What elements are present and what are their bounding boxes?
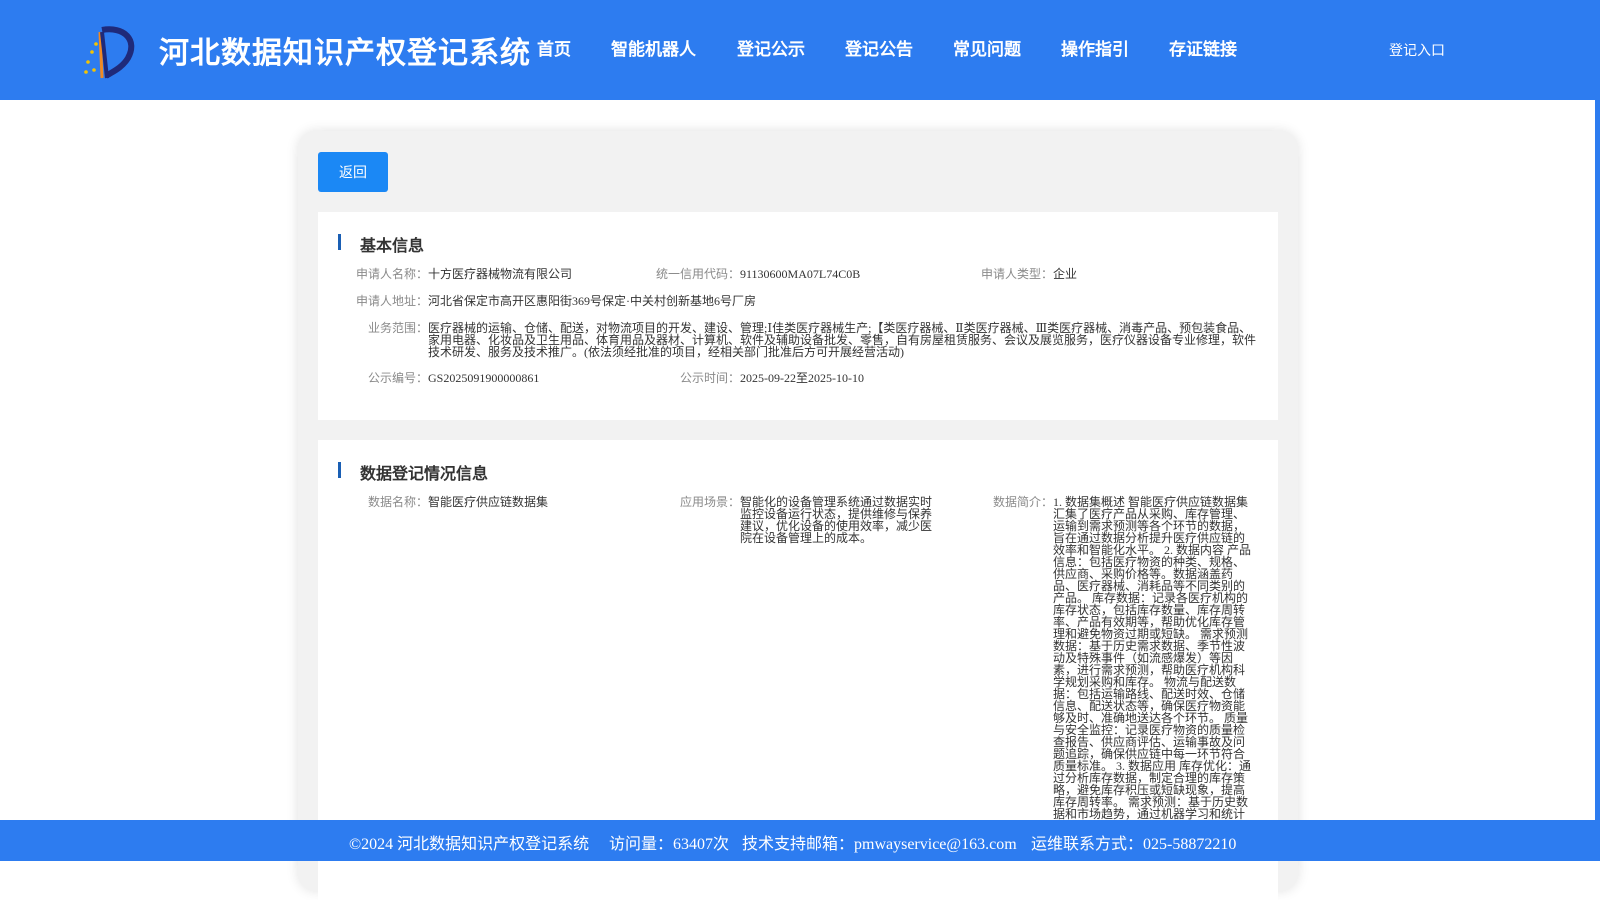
detail-panel: 返回 基本信息 申请人名称： 十方医疗器械物流有限公司 统一信用代码： 9113… [298, 131, 1298, 900]
nav-robot[interactable]: 智能机器人 [611, 35, 696, 60]
applicant-name-value: 十方医疗器械物流有限公司 [428, 267, 573, 281]
applicant-name-field: 申请人名称： 十方医疗器械物流有限公司 [356, 267, 638, 281]
nav-guide[interactable]: 操作指引 [1061, 35, 1129, 60]
scenario-value: 智能化的设备管理系统通过数据实时监控设备运行状态，提供维修与保养建议，优化设备的… [740, 495, 933, 545]
address-value: 河北省保定市高开区惠阳街369号保定·中关村创新基地6号厂房 [428, 294, 756, 308]
nav-home[interactable]: 首页 [537, 35, 571, 60]
business-scope-value: 医疗器械的运输、仓储、配送，对物流项目的开发、建设、管理;Ⅰ佳类医疗器械生产;【… [428, 321, 1257, 359]
data-name-field: 数据名称： 智能医疗供应链数据集 [368, 495, 628, 509]
scrollbar[interactable] [1595, 0, 1600, 861]
footer-ops-contact: 运维联系方式：025-58872210 [1031, 836, 1237, 853]
data-name-value: 智能医疗供应链数据集 [428, 495, 549, 509]
site-logo-icon[interactable] [80, 24, 138, 80]
notice-time-label: 公示时间： [679, 371, 740, 385]
address-label: 申请人地址： [355, 294, 428, 308]
notice-no-value: GS2025091900000861 [428, 371, 540, 385]
applicant-type-label: 申请人类型： [980, 267, 1053, 281]
notice-no-label: 公示编号： [367, 371, 428, 385]
nav-registration-publicity[interactable]: 登记公示 [737, 35, 805, 60]
business-scope-label: 业务范围： [367, 321, 428, 335]
footer-copyright: ©2024 河北数据知识产权登记系统 [349, 836, 590, 853]
notice-time-value: 2025-09-22至2025-10-10 [740, 371, 864, 385]
section-title-data: 数据登记情况信息 [338, 460, 488, 484]
applicant-type-field: 申请人类型： 企业 [981, 267, 1153, 281]
applicant-type-value: 企业 [1053, 267, 1078, 281]
scenario-label: 应用场景： [679, 495, 740, 509]
login-entry-link[interactable]: 登记入口 [1389, 40, 1445, 60]
credit-code-field: 统一信用代码： 91130600MA07L74C0B [656, 267, 940, 281]
nav-registration-announcement[interactable]: 登记公告 [845, 35, 913, 60]
footer-bar: ©2024 河北数据知识产权登记系统 访问量：63407次 技术支持邮箱：pmw… [0, 820, 1595, 861]
top-header: 河北数据知识产权登记系统 首页 智能机器人 登记公示 登记公告 常见问题 操作指… [0, 0, 1595, 100]
credit-code-label: 统一信用代码： [655, 267, 740, 281]
scenario-field: 应用场景： 智能化的设备管理系统通过数据实时监控设备运行状态，提供维修与保养建议… [680, 495, 936, 545]
business-scope-field: 业务范围： 医疗器械的运输、仓储、配送，对物流项目的开发、建设、管理;Ⅰ佳类医疗… [368, 321, 1258, 359]
data-intro-label: 数据简介： [992, 495, 1053, 509]
footer-email: 技术支持邮箱：pmwayservice@163.com [742, 836, 1017, 853]
address-field: 申请人地址： 河北省保定市高开区惠阳街369号保定·中关村创新基地6号厂房 [356, 294, 1128, 308]
nav-evidence-link[interactable]: 存证链接 [1169, 35, 1237, 60]
nav-faq[interactable]: 常见问题 [953, 35, 1021, 60]
data-intro-field: 数据简介： 1. 数据集概述 智能医疗供应链数据集汇集了医疗产品从采购、库存管理… [993, 495, 1253, 821]
footer-visits: 访问量：63407次 [609, 836, 730, 853]
data-name-label: 数据名称： [367, 495, 428, 509]
site-title: 河北数据知识产权登记系统 [159, 36, 531, 71]
notice-time-field: 公示时间： 2025-09-22至2025-10-10 [680, 371, 960, 385]
data-intro-value: 1. 数据集概述 智能医疗供应链数据集汇集了医疗产品从采购、库存管理、运输到需求… [1053, 495, 1252, 821]
basic-info-card: 基本信息 申请人名称： 十方医疗器械物流有限公司 统一信用代码： 9113060… [318, 212, 1278, 420]
notice-no-field: 公示编号： GS2025091900000861 [368, 371, 648, 385]
credit-code-value: 91130600MA07L74C0B [740, 267, 861, 281]
back-button[interactable]: 返回 [318, 152, 388, 192]
applicant-name-label: 申请人名称： [355, 267, 428, 281]
section-title-basic: 基本信息 [338, 232, 424, 256]
